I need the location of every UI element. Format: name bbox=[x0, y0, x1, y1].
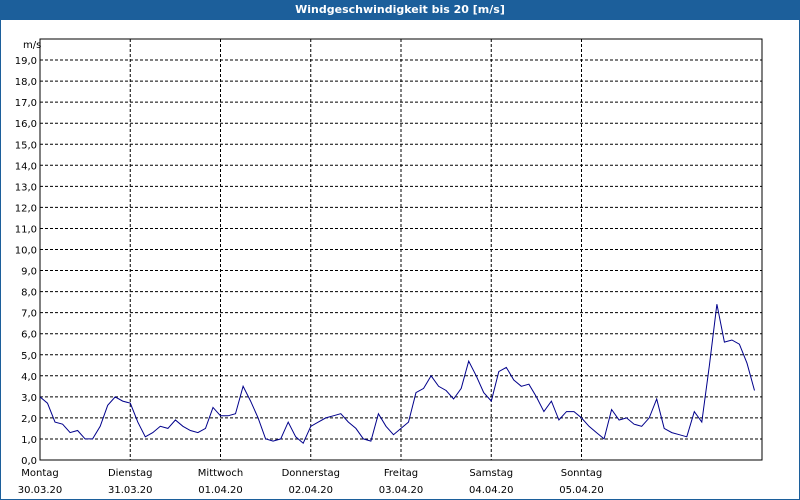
y-tick-labels: 0,0 1,0 2,0 3,0 4,0 5,0 6,0 7,0 8,0 9,0 10,0 11,0 12… bbox=[15, 56, 37, 467]
wind-speed-line bbox=[39, 304, 755, 445]
y-tick-label: 3,0 bbox=[21, 393, 37, 404]
x-tick-day-label: Mittwoch bbox=[198, 468, 243, 479]
y-tick-label: 17,0 bbox=[15, 98, 37, 109]
x-tick-date-label: 04.04.20 bbox=[469, 485, 514, 496]
x-tick-date-label: 31.03.20 bbox=[108, 485, 153, 496]
x-tick-date-label: 05.04.20 bbox=[559, 485, 604, 496]
x-tick-date-label: 01.04.20 bbox=[198, 485, 243, 496]
y-tick-label: 18,0 bbox=[15, 77, 37, 88]
x-tick-day-label: Freitag bbox=[384, 468, 418, 479]
y-tick-label: 6,0 bbox=[21, 330, 37, 341]
y-tick-label: 13,0 bbox=[15, 182, 37, 193]
y-tick-label: 1,0 bbox=[21, 435, 37, 446]
x-tick-day-label: Sonntag bbox=[561, 468, 603, 479]
y-tick-label: 11,0 bbox=[15, 224, 37, 235]
y-tick-label: 14,0 bbox=[15, 161, 37, 172]
x-tick-day-label: Samstag bbox=[469, 468, 513, 479]
x-tick-day-label: Dienstag bbox=[108, 468, 153, 479]
x-tick-date-label: 30.03.20 bbox=[18, 485, 63, 496]
x-tick-date-label: 03.04.20 bbox=[379, 485, 424, 496]
y-tick-label: 12,0 bbox=[15, 203, 37, 214]
y-tick-label: 9,0 bbox=[21, 267, 37, 278]
chart-title: Windgeschwindigkeit bis 20 [m/s] bbox=[0, 0, 800, 20]
y-tick-label: 5,0 bbox=[21, 351, 37, 362]
x-tick-labels: Montag 30.03.20 Dienstag 31.03.20 Mittwoch 01… bbox=[18, 468, 604, 496]
y-tick-label: 10,0 bbox=[15, 246, 37, 257]
y-tick-label: 4,0 bbox=[21, 372, 37, 383]
x-tick-date-label: 02.04.20 bbox=[288, 485, 333, 496]
x-tick-day-label: Donnerstag bbox=[282, 468, 340, 479]
y-axis-unit-label: m/s bbox=[23, 40, 41, 51]
y-tick-label: 0,0 bbox=[21, 456, 37, 467]
y-tick-label: 19,0 bbox=[15, 56, 37, 67]
y-tick-label: 8,0 bbox=[21, 288, 37, 299]
y-tick-label: 7,0 bbox=[21, 309, 37, 320]
y-tick-label: 2,0 bbox=[21, 414, 37, 425]
y-tick-label: 16,0 bbox=[15, 119, 37, 130]
grid-lines bbox=[40, 39, 762, 460]
y-tick-label: 15,0 bbox=[15, 140, 37, 151]
wind-speed-chart: m/s 0,0 1,0 2,0 3,0 4,0 5,0 6,0 7,0 8,0 9,0 10,0 11… bbox=[15, 38, 763, 496]
x-tick-day-label: Montag bbox=[21, 468, 58, 479]
